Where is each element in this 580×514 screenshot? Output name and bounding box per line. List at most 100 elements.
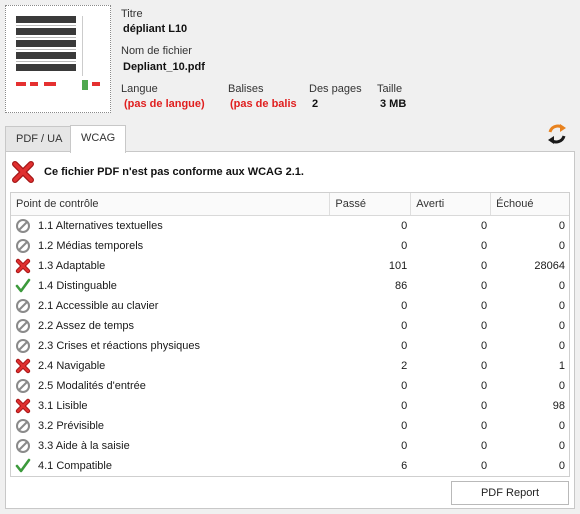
checkpoint-cell: 3.2 Prévisible [11,418,330,434]
table-row[interactable]: 3.2 Prévisible 0 0 0 [11,416,569,436]
failed-cell: 0 [558,320,565,332]
not-applicable-icon [16,219,30,233]
table-row[interactable]: 1.2 Médias temporels 0 0 0 [11,236,569,256]
column-header-checkpoint[interactable]: Point de contrôle [11,193,331,215]
thumbnail-mark [30,82,38,86]
failed-cell: 28064 [534,260,565,272]
passed-cell: 0 [401,400,408,412]
tab-pdf-ua[interactable]: PDF / UA [5,126,74,152]
checkpoint-label: 3.1 Lisible [38,400,88,412]
warned-cell: 0 [481,220,488,232]
thumbnail-mark [92,82,100,86]
thumbnail-stripe [16,37,76,38]
failed-cell: 0 [558,380,565,392]
column-header-passed[interactable]: Passé [330,193,412,215]
failed-cell: 0 [558,240,565,252]
fail-cross-icon [15,358,31,374]
size-label: Taille [377,83,403,95]
tags-value: (pas de balis [230,98,297,110]
table-row[interactable]: 4.1 Compatible 6 0 0 [11,456,569,476]
not-applicable-icon [16,319,30,333]
checkpoint-cell: 1.4 Distinguable [11,278,330,294]
thumbnail-stripe [16,25,76,26]
checkpoint-cell: 3.3 Aide à la saisie [11,438,330,454]
table-row[interactable]: 2.1 Accessible au clavier 0 0 0 [11,296,569,316]
checkpoint-label: 1.4 Distinguable [38,280,117,292]
checkpoint-cell: 1.1 Alternatives textuelles [11,218,330,234]
table-row[interactable]: 3.3 Aide à la saisie 0 0 0 [11,436,569,456]
column-header-warned[interactable]: Averti [411,193,492,215]
thumbnail-band [16,52,76,59]
passed-cell: 0 [401,340,408,352]
warned-cell: 0 [481,360,488,372]
checkpoint-cell: 3.1 Lisible [11,398,330,414]
not-applicable-icon [16,299,30,313]
warned-cell: 0 [481,300,488,312]
pass-check-icon [15,278,31,293]
thumbnail-stripe [16,49,76,50]
compliance-status: Ce fichier PDF n'est pas conforme aux WC… [12,160,304,184]
checkpoint-label: 4.1 Compatible [38,460,112,472]
failed-cell: 0 [558,220,565,232]
passed-cell: 86 [395,280,408,292]
table-row[interactable]: 1.1 Alternatives textuelles 0 0 0 [11,216,569,236]
checkpoint-cell: 2.2 Assez de temps [11,318,330,334]
checkpoint-cell: 1.2 Médias temporels [11,238,330,254]
table-row[interactable]: 2.5 Modalités d'entrée 0 0 0 [11,376,569,396]
compliance-message: Ce fichier PDF n'est pas conforme aux WC… [44,166,304,178]
table-row[interactable]: 3.1 Lisible 0 0 98 [11,396,569,416]
fail-cross-icon [15,258,31,274]
checkpoint-cell: 2.3 Crises et réactions physiques [11,338,330,354]
thumbnail-mark [82,80,88,90]
passed-cell: 0 [401,420,408,432]
warned-cell: 0 [481,460,488,472]
passed-cell: 0 [401,380,408,392]
passed-cell: 0 [401,440,408,452]
title-value: dépliant L10 [123,23,188,35]
not-applicable-icon [16,379,30,393]
pass-check-icon [15,458,31,473]
checkpoint-cell: 2.4 Navigable [11,358,330,374]
wcag-panel: Ce fichier PDF n'est pas conforme aux WC… [5,151,575,509]
checkpoint-label: 2.2 Assez de temps [38,320,134,332]
refresh-icon[interactable] [544,121,570,147]
size-value: 3 MB [380,98,407,110]
checkpoint-label: 3.2 Prévisible [38,420,105,432]
warned-cell: 0 [481,240,488,252]
pages-label: Des pages [309,83,362,95]
warned-cell: 0 [481,380,488,392]
passed-cell: 2 [401,360,408,372]
not-applicable-icon [16,339,30,353]
checkpoint-cell: 2.1 Accessible au clavier [11,298,330,314]
thumbnail-page [16,16,102,102]
checkpoint-label: 2.1 Accessible au clavier [38,300,159,312]
thumbnail-column [82,16,102,76]
pages-value: 2 [312,98,319,110]
language-value: (pas de langue) [124,98,205,110]
tags-label: Balises [228,83,264,95]
warned-cell: 0 [481,280,488,292]
title-label: Titre [121,8,143,20]
document-thumbnail [5,5,111,113]
warned-cell: 0 [481,260,488,272]
tab-wcag[interactable]: WCAG [70,125,127,153]
checkpoint-cell: 1.3 Adaptable [11,258,330,274]
table-row[interactable]: 2.4 Navigable 2 0 1 [11,356,569,376]
thumbnail-band [16,64,76,71]
failed-cell: 0 [558,440,565,452]
table-body: 1.1 Alternatives textuelles 0 0 0 1.2 Médias… [11,216,569,476]
warned-cell: 0 [481,440,488,452]
failed-cell: 0 [558,340,565,352]
table-row[interactable]: 2.3 Crises et réactions physiques 0 0 0 [11,336,569,356]
pdf-report-button[interactable]: PDF Report [451,481,569,505]
checkpoint-label: 1.1 Alternatives textuelles [38,220,163,232]
language-label: Langue [121,83,158,95]
table-row[interactable]: 2.2 Assez de temps 0 0 0 [11,316,569,336]
passed-cell: 0 [401,220,408,232]
table-row[interactable]: 1.4 Distinguable 86 0 0 [11,276,569,296]
warned-cell: 0 [481,340,488,352]
table-row[interactable]: 1.3 Adaptable 101 0 28064 [11,256,569,276]
failed-cell: 0 [558,420,565,432]
column-header-failed[interactable]: Échoué [491,193,569,215]
checkpoint-label: 1.3 Adaptable [38,260,106,272]
